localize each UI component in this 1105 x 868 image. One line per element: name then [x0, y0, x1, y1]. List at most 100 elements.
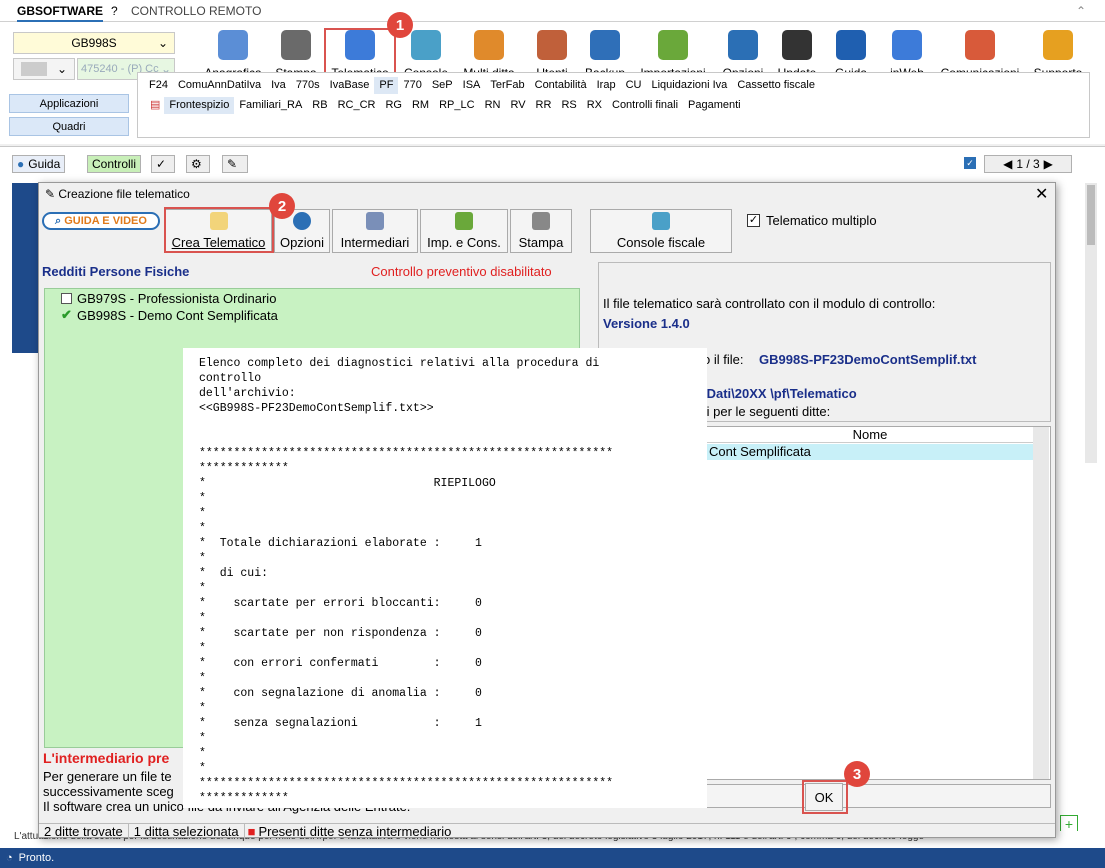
table-row[interactable]: Cont Semplificata	[707, 444, 1033, 460]
help-icon	[836, 30, 866, 60]
import-icon	[455, 212, 473, 230]
menu-item-ivabase[interactable]: IvaBase	[325, 77, 375, 94]
company-combo[interactable]: GB998S ⌄	[13, 32, 175, 54]
tab-remote-control[interactable]: CONTROLLO REMOTO	[131, 4, 261, 18]
step-badge-1: 1	[387, 12, 413, 38]
menu-item-liquidazioni-iva[interactable]: Liquidazioni Iva	[646, 77, 732, 94]
quadro-item-familiari_ra[interactable]: Familiari_RA	[234, 97, 307, 114]
tab-help[interactable]: ?	[111, 4, 118, 18]
pulse-monitor-icon	[782, 30, 812, 60]
monitor-icon	[411, 30, 441, 60]
quadri-button[interactable]: Quadri	[9, 117, 129, 136]
menu-item-terfab[interactable]: TerFab	[485, 77, 529, 94]
menu-item-iva[interactable]: Iva	[266, 77, 291, 94]
control-status: Controllo preventivo disabilitato	[371, 264, 552, 279]
printer-icon	[532, 212, 550, 230]
quadro-item-rr[interactable]: RR	[531, 97, 557, 114]
menu-item-770s[interactable]: 770s	[291, 77, 325, 94]
controlli-button[interactable]: Controlli	[87, 155, 142, 173]
menu-item-comuanndatiiva[interactable]: ComuAnnDatiIva	[173, 77, 266, 94]
tool-icon[interactable]: ⚙	[186, 155, 210, 173]
menu-item-cassetto-fiscale[interactable]: Cassetto fiscale	[732, 77, 820, 94]
intermediari-label: Intermediari	[340, 235, 410, 250]
quadro-item-rm[interactable]: RM	[407, 97, 434, 114]
quadro-item-controlli-finali[interactable]: Controlli finali	[607, 97, 683, 114]
collapse-ribbon-icon[interactable]: ⌃	[1076, 4, 1086, 18]
table-header: Nome	[707, 427, 1033, 443]
step-badge-3: 3	[844, 761, 870, 787]
quadro-item-rc_cr[interactable]: RC_CR	[333, 97, 381, 114]
intermediari-button[interactable]: Intermediari	[332, 209, 418, 253]
user-avatar-combo[interactable]: ⌄	[13, 58, 75, 80]
pdf-icon[interactable]: ▤	[146, 97, 164, 114]
select-checkbox[interactable]: ✓	[964, 157, 976, 169]
multi-checkbox[interactable]: ✓	[747, 214, 760, 227]
highlight-ok	[802, 780, 848, 814]
guide-video-button[interactable]: ⌕ GUIDA E VIDEO	[42, 212, 160, 230]
menu-item-sep[interactable]: SeP	[427, 77, 458, 94]
gear-icon	[728, 30, 758, 60]
status-bar: ◔ Pronto.	[0, 848, 1105, 868]
list-item[interactable]: ✔ GB998S - Demo Cont Semplificata	[61, 307, 278, 323]
quadro-item-rb[interactable]: RB	[307, 97, 332, 114]
checkbox-unchecked-icon[interactable]	[61, 293, 72, 304]
disk-icon	[590, 30, 620, 60]
guide-video-label: GUIDA E VIDEO	[64, 215, 147, 227]
scrollbar[interactable]	[1085, 183, 1097, 463]
applications-menu: F24 ComuAnnDatiIva Iva 770s IvaBase PF 770 SeP I…	[144, 77, 820, 94]
menu-item-770[interactable]: 770	[398, 77, 426, 94]
menu-item-cu[interactable]: CU	[621, 77, 647, 94]
quadro-item-rv[interactable]: RV	[505, 97, 530, 114]
multi-label: Telematico multiplo	[766, 213, 877, 228]
printer-icon	[281, 30, 311, 60]
console-fiscale-button[interactable]: Console fiscale	[590, 209, 732, 253]
tab-gbsoftware[interactable]: GBSOFTWARE	[17, 4, 103, 22]
brush-icon[interactable]: ✎	[222, 155, 248, 173]
ditte-text: ti per le seguenti ditte:	[703, 404, 831, 419]
menu-item-irap[interactable]: Irap	[592, 77, 621, 94]
org-chart-icon	[474, 30, 504, 60]
flag-icon: ■	[247, 824, 256, 839]
pager[interactable]: ◀ 1 / 3 ▶	[984, 155, 1072, 173]
help-line: Per generare un file te	[43, 769, 172, 784]
people-icon	[366, 212, 384, 230]
help-line: successivamente sceg	[43, 784, 174, 799]
cloud-icon	[892, 30, 922, 60]
table-scrollbar[interactable]	[1033, 427, 1049, 779]
help-icon: ●	[17, 157, 25, 171]
menu-item-f24[interactable]: F24	[144, 77, 173, 94]
menu-item-isa[interactable]: ISA	[458, 77, 486, 94]
quadro-item-rg[interactable]: RG	[380, 97, 407, 114]
list-item[interactable]: GB979S - Professionista Ordinario	[61, 291, 276, 306]
quadro-item-rn[interactable]: RN	[480, 97, 506, 114]
guida-button[interactable]: ● Guida	[12, 155, 66, 173]
company-label: GB979S - Professionista Ordinario	[77, 291, 277, 306]
menu-item-pf[interactable]: PF	[374, 77, 399, 94]
stampa-button[interactable]: Stampa	[510, 209, 572, 253]
quadro-item-rx[interactable]: RX	[582, 97, 607, 114]
quadro-item-frontespizio[interactable]: Frontespizio	[164, 97, 235, 114]
pager-prev-icon[interactable]: ◀	[1003, 157, 1012, 171]
check-icon[interactable]: ✔	[61, 307, 72, 323]
close-icon[interactable]: ✕	[1035, 184, 1048, 204]
quadro-item-rp_lc[interactable]: RP_LC	[434, 97, 479, 114]
top-tab-bar: GBSOFTWARE ? CONTROLLO REMOTO ⌃	[0, 0, 1105, 22]
menu-box: F24 ComuAnnDatiIva Iva 770s IvaBase PF 770 SeP I…	[137, 72, 1090, 138]
imp-cons-button[interactable]: Imp. e Cons.	[420, 209, 508, 253]
chevron-down-icon: ⌄	[56, 62, 68, 76]
file-name: GB998S-PF23DemoContSemplif.txt	[759, 352, 977, 367]
section-title: Redditi Persone Fisiche	[42, 264, 190, 279]
search-icon: ⌕	[55, 214, 62, 227]
chevron-down-icon: ⌄	[157, 36, 168, 50]
diagnostics-report: Elenco completo dei diagnostici relativi…	[183, 348, 707, 808]
import-icon	[658, 30, 688, 60]
check-icon[interactable]: ✓	[151, 155, 175, 173]
applicazioni-button[interactable]: Applicazioni	[9, 94, 129, 113]
quadro-item-rs[interactable]: RS	[556, 97, 581, 114]
console-fiscale-label: Console fiscale	[616, 235, 706, 250]
quadro-item-pagamenti[interactable]: Pagamenti	[683, 97, 746, 114]
menu-item-contabilità[interactable]: Contabilità	[530, 77, 592, 94]
company-label: GB998S - Demo Cont Semplificata	[77, 307, 278, 323]
step-badge-2: 2	[269, 193, 295, 219]
pager-next-icon[interactable]: ▶	[1044, 157, 1053, 171]
